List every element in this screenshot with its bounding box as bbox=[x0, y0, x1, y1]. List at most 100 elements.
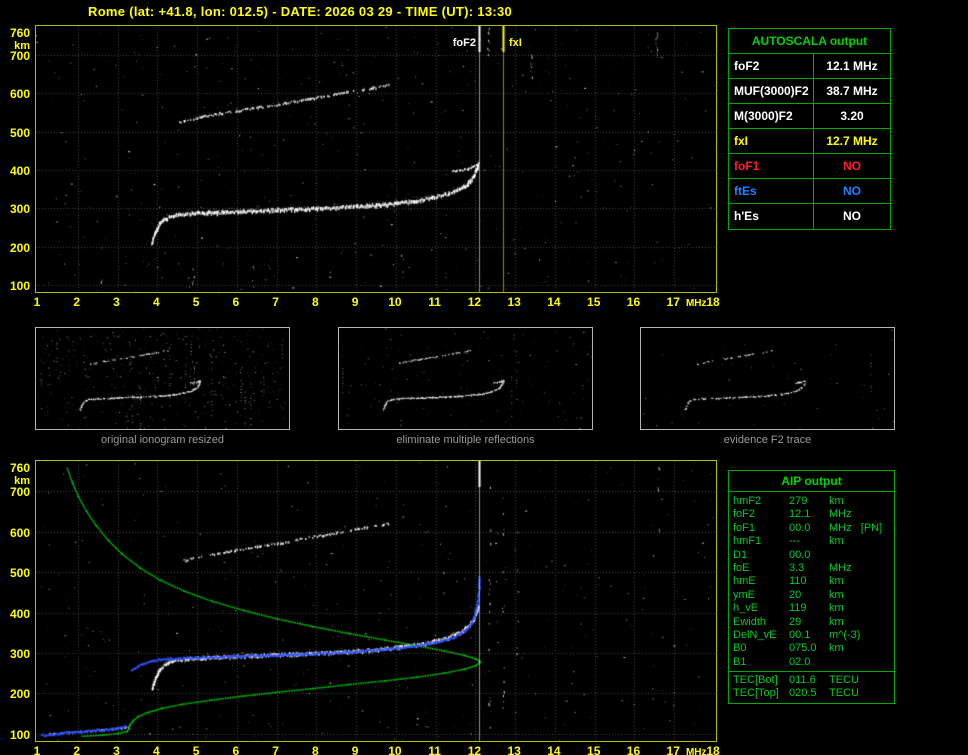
autoscala-row-label: foF2 bbox=[729, 54, 814, 78]
aip-field-value: 110 bbox=[789, 575, 807, 588]
aip-field-name: DelN_vE bbox=[733, 628, 777, 641]
aip-field-value: 12.1 bbox=[789, 508, 811, 521]
aip-row: foE 3.3 MHz bbox=[729, 562, 894, 575]
autoscala-table-header: AUTOSCALA output bbox=[729, 29, 890, 54]
aip-field-unit: TECU bbox=[829, 687, 859, 700]
aip-field-name: foF1 bbox=[733, 521, 756, 534]
x-tick-label: 4 bbox=[152, 295, 160, 309]
aip-row: TEC[Top] 020.5 TECU bbox=[729, 687, 894, 700]
autoscala-row: ftEs NO bbox=[729, 179, 890, 204]
x-tick-label: 2 bbox=[73, 744, 81, 755]
thumbnail-original-canvas bbox=[36, 328, 289, 429]
autoscala-row-value: 38.7 MHz bbox=[826, 84, 878, 98]
aip-field-value: 29 bbox=[789, 615, 802, 628]
thumbnail-eliminate-canvas bbox=[339, 328, 592, 429]
aip-row: foF1 00.0 MHz [PN] bbox=[729, 522, 894, 535]
autoscala-row-label: foF1 bbox=[729, 154, 814, 178]
aip-row: foF2 12.1 MHz bbox=[729, 508, 894, 521]
aip-row: B1 02.0 bbox=[729, 656, 894, 669]
autoscala-row-value: NO bbox=[843, 209, 861, 223]
aip-row: TEC[Bot] 011.6 TECU bbox=[729, 674, 894, 687]
autoscala-table-rows: foF2 12.1 MHz MUF(3000)F2 38.7 MHz M(3000)F2… bbox=[729, 54, 890, 229]
aip-field-value: 00.0 bbox=[789, 521, 811, 534]
y-tick-label: 100 bbox=[9, 279, 30, 294]
x-tick-label: 13 bbox=[507, 295, 521, 309]
aip-row: hmE 110 km bbox=[729, 575, 894, 588]
x-tick-label: 16 bbox=[626, 744, 641, 755]
autoscala-row-value: 12.7 MHz bbox=[826, 134, 878, 148]
aip-field-value: 00.1 bbox=[789, 628, 811, 641]
aip-field-name: D1 bbox=[733, 548, 748, 561]
y-tick-label: 400 bbox=[9, 606, 30, 621]
aip-field-name: ymE bbox=[733, 588, 755, 601]
x-tick-label: 7 bbox=[272, 744, 279, 755]
x-tick-label: 12 bbox=[467, 744, 482, 755]
aip-field-name: TEC[Top] bbox=[733, 687, 779, 700]
x-tick-label: 8 bbox=[312, 744, 319, 755]
aip-ionogram-plot bbox=[35, 460, 717, 742]
scaled-ionogram-canvas bbox=[36, 26, 716, 292]
aip-field-unit: km bbox=[829, 642, 844, 655]
autoscala-row: fxI 12.7 MHz bbox=[729, 129, 890, 154]
aip-field-value: 00.0 bbox=[789, 548, 811, 561]
autoscala-row: M(3000)F2 3.20 bbox=[729, 104, 890, 129]
aip-field-value: 20 bbox=[789, 588, 802, 601]
x-tick-label: 11 bbox=[428, 744, 441, 755]
scaled-ionogram-plot: foF2 fxI bbox=[35, 25, 717, 293]
x-tick-label: 5 bbox=[192, 295, 200, 309]
autoscala-row-label: M(3000)F2 bbox=[729, 104, 814, 128]
thumbnail-caption-eliminate: eliminate multiple reflections bbox=[396, 434, 535, 446]
x-tick-label: 14 bbox=[547, 744, 561, 755]
x-tick-label: 10 bbox=[388, 744, 402, 755]
aip-field-unit: km bbox=[829, 535, 844, 548]
x-tick-label: 15 bbox=[587, 744, 601, 755]
x-tick-label: 3 bbox=[113, 744, 120, 755]
y-tick-label: 100 bbox=[9, 727, 30, 742]
aip-field-name: TEC[Bot] bbox=[733, 674, 778, 687]
x-tick-label: 10 bbox=[388, 295, 402, 309]
aip-field-name: B0 bbox=[733, 642, 747, 655]
aip-field-unit: km bbox=[829, 588, 844, 601]
thumbnail-evidence-canvas bbox=[641, 328, 894, 429]
autoscala-row: foF1 NO bbox=[729, 154, 890, 179]
x-tick-label: 4 bbox=[152, 744, 160, 755]
autoscala-row-value: 12.1 MHz bbox=[826, 59, 878, 73]
aip-output-table: AIP output hmF2 279 km foF2 12.1 MHz foF1 00.0 M… bbox=[728, 470, 895, 704]
thumbnail-evidence-f2 bbox=[640, 327, 895, 430]
x-tick-label: 17 bbox=[666, 295, 680, 309]
aip-row: ymE 20 km bbox=[729, 589, 894, 602]
y-tick-label: 200 bbox=[9, 687, 30, 702]
y-tick-label: 500 bbox=[9, 125, 30, 140]
aip-field-name: hmF1 bbox=[733, 535, 762, 548]
y-axis-unit-label: km bbox=[14, 474, 30, 487]
y-tick-label: 760 bbox=[9, 25, 30, 40]
x-tick-label: 6 bbox=[232, 744, 240, 755]
aip-field-unit: km bbox=[829, 615, 844, 628]
aip-ionogram-y-axis: 100 200 300 400 500 600 700 760 km bbox=[0, 461, 33, 745]
fxI-marker-label: fxI bbox=[509, 37, 522, 49]
aip-field-unit: km bbox=[829, 495, 844, 507]
thumbnail-eliminate-reflections bbox=[338, 327, 593, 430]
aip-field-name: h_vE bbox=[733, 602, 759, 615]
thumbnail-caption-original: original ionogram resized bbox=[101, 434, 224, 446]
x-tick-label: 14 bbox=[547, 295, 561, 309]
y-tick-label: 300 bbox=[9, 646, 30, 661]
aip-field-name: foE bbox=[733, 561, 750, 574]
aip-row: hmF1 --- km bbox=[729, 535, 894, 548]
scaled-ionogram-x-axis: 1 2 3 4 5 6 7 8 9 10 11 12 13 14 15 16 17 18 MHz bbox=[34, 295, 720, 311]
autoscala-row-value: NO bbox=[843, 184, 861, 198]
autoscala-row-value: NO bbox=[843, 159, 861, 173]
y-tick-label: 300 bbox=[9, 202, 30, 217]
aip-table-rows: hmF2 279 km foF2 12.1 MHz foF1 00.0 MHz [PN] hmF1… bbox=[729, 492, 894, 671]
aip-field-unit: m^(-3) bbox=[829, 628, 861, 641]
aip-field-value: 279 bbox=[789, 495, 808, 507]
aip-field-unit: km bbox=[829, 602, 844, 615]
aip-row: Ewidth 29 km bbox=[729, 616, 894, 629]
y-tick-label: 500 bbox=[9, 566, 30, 581]
aip-field-name: hmF2 bbox=[733, 495, 762, 507]
y-tick-label: 700 bbox=[9, 485, 30, 500]
autoscala-row-label: fxI bbox=[729, 129, 814, 153]
aip-ionogram-canvas bbox=[36, 461, 716, 741]
autoscala-row: h'Es NO bbox=[729, 204, 890, 229]
aip-row: DelN_vE 00.1 m^(-3) bbox=[729, 629, 894, 642]
